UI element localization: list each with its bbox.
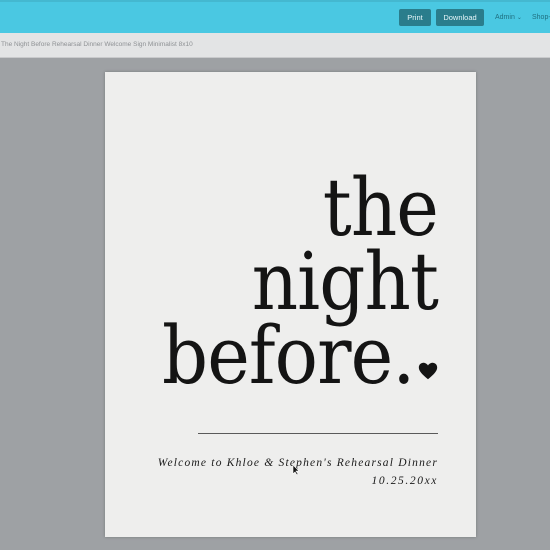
divider-line <box>198 433 438 434</box>
cursor-icon <box>292 465 300 475</box>
print-button[interactable]: Print <box>399 9 431 26</box>
document-title: The Night Before Rehearsal Dinner Welcom… <box>1 41 193 48</box>
event-date[interactable]: 10.25.20xx <box>372 475 438 487</box>
heart-icon[interactable] <box>417 360 439 382</box>
top-toolbar: Print Download Admin⌄ Shop- <box>0 0 550 33</box>
admin-menu-label: Admin <box>495 14 515 21</box>
shop-menu-label: Shop <box>532 14 549 21</box>
sign-line-before[interactable]: before. <box>162 316 415 396</box>
sign-page[interactable]: the night before. Welcome to Khloe & Ste… <box>105 72 476 537</box>
shop-menu[interactable]: Shop- <box>532 9 550 26</box>
chevron-down-icon: ⌄ <box>516 15 522 21</box>
document-title-bar: The Night Before Rehearsal Dinner Welcom… <box>0 33 550 58</box>
toolbar-shadow <box>0 0 550 2</box>
admin-menu[interactable]: Admin ⌄ <box>495 9 522 26</box>
download-button[interactable]: Download <box>436 9 484 26</box>
